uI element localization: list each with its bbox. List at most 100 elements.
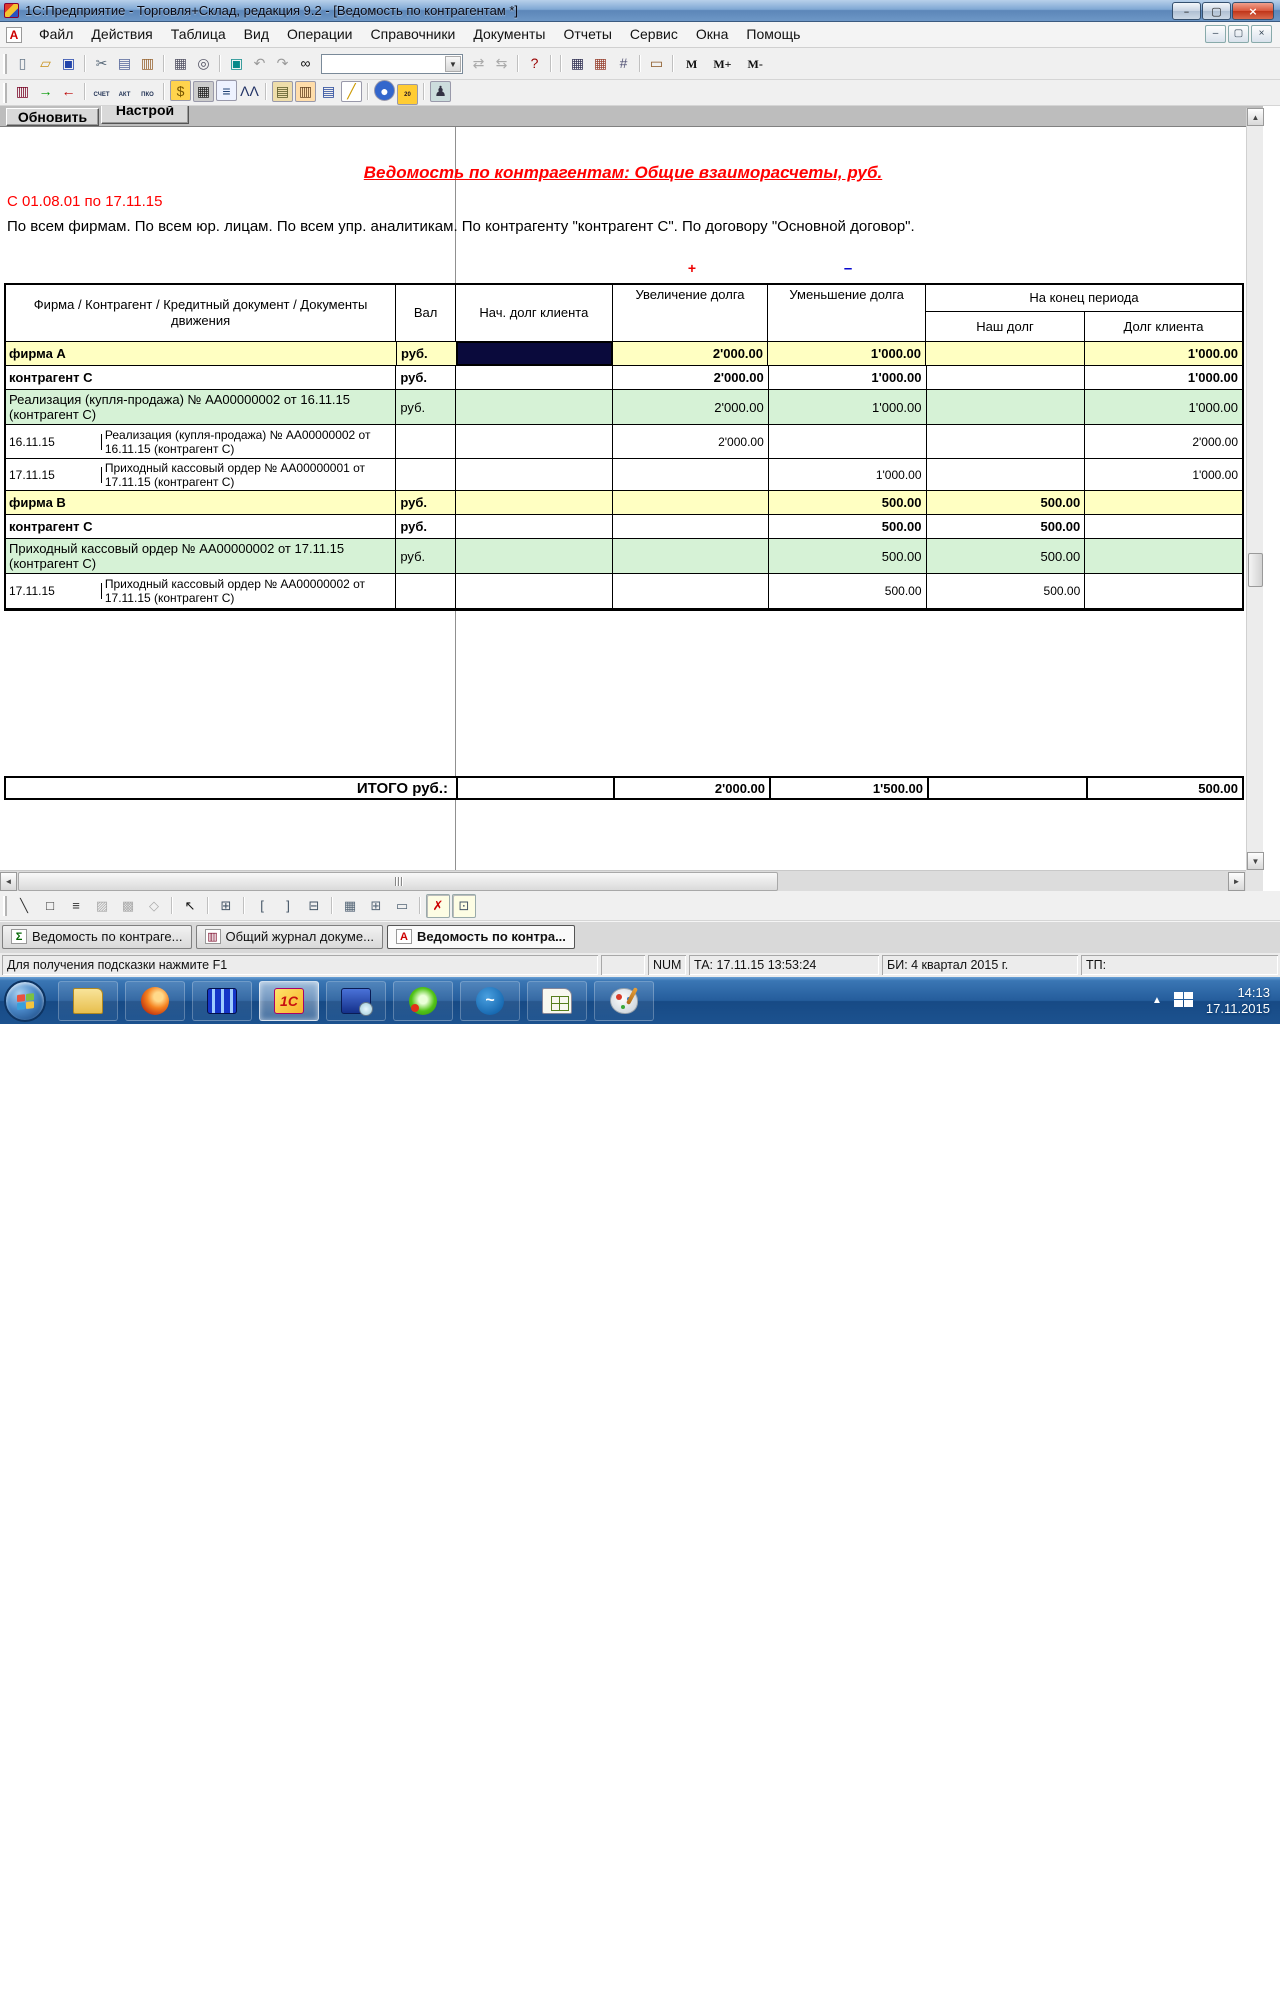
menu-item-помощь[interactable]: Помощь — [737, 23, 809, 45]
internet-icon[interactable]: ● — [374, 80, 395, 101]
cell-beg[interactable] — [456, 459, 613, 490]
cell-date[interactable]: 17.11.15 — [6, 467, 102, 483]
restore-button[interactable]: ▢ — [1202, 2, 1231, 20]
memory-plus-button-button[interactable]: M+ — [707, 55, 737, 73]
cell-dec[interactable]: 1'000.00 — [769, 459, 927, 490]
cell-dec[interactable]: 500.00 — [769, 539, 927, 573]
table-row-3[interactable]: Реализация (купля-продажа) № АА00000002 … — [6, 390, 1242, 425]
act-icon[interactable]: АКТ — [114, 84, 135, 105]
menu-item-операции[interactable]: Операции — [278, 23, 362, 45]
toolbar-grip[interactable] — [3, 896, 7, 916]
cell-client[interactable] — [1085, 515, 1242, 538]
cell-client[interactable] — [1085, 539, 1242, 573]
cell-inc[interactable]: 2'000.00 — [613, 366, 769, 389]
window-tab-1[interactable]: ΣВедомость по контраге... — [2, 925, 192, 949]
calculator-icon[interactable]: ▦ — [567, 53, 588, 74]
text-tool-icon[interactable]: ≡ — [64, 893, 88, 917]
taskbar-clock[interactable]: 14:13 17.11.2015 — [1206, 985, 1270, 1017]
bracket-open-icon[interactable]: [ — [250, 893, 274, 917]
menu-item-действия[interactable]: Действия — [82, 23, 161, 45]
cell-dec[interactable]: 1'000.00 — [769, 366, 927, 389]
insert-table-icon[interactable]: ⊞ — [214, 894, 238, 918]
mdi-minimize-icon[interactable]: – — [1205, 25, 1226, 43]
start-button[interactable] — [4, 980, 46, 1022]
cell-client[interactable]: 1'000.00 — [1085, 459, 1242, 490]
cut-icon[interactable]: ✂ — [91, 53, 112, 74]
report-document-icon[interactable]: ≡ — [216, 80, 237, 101]
sections-icon[interactable]: ⊟ — [302, 894, 326, 918]
taskbar-firefox-button[interactable] — [125, 981, 185, 1021]
picture-tool-icon[interactable]: ▨ — [90, 894, 114, 918]
formula-calc-icon[interactable]: # — [613, 53, 634, 74]
cell-our[interactable] — [927, 390, 1086, 424]
taskbar-1c-button[interactable]: 1С — [259, 981, 319, 1021]
total-decrease[interactable]: 1'500.00 — [771, 778, 929, 798]
cell-name[interactable]: Реализация (купля-продажа) № АА00000002 … — [6, 390, 396, 424]
cell-inc[interactable] — [613, 539, 769, 573]
vertical-scrollbar[interactable]: ▲ ▼ — [1246, 108, 1263, 870]
toolbar-grip[interactable] — [3, 83, 7, 103]
line-tool-icon[interactable]: ╲ — [12, 894, 36, 918]
table-row-5[interactable]: 17.11.15Приходный кассовый ордер № АА000… — [6, 459, 1242, 491]
menu-item-таблица[interactable]: Таблица — [162, 23, 235, 45]
cell-name[interactable]: фирма В — [6, 491, 396, 514]
redo-icon[interactable]: ↷ — [272, 53, 293, 74]
borders-icon[interactable]: ⊡ — [452, 894, 476, 918]
menu-item-файл[interactable]: Файл — [30, 23, 82, 45]
close-button[interactable]: × — [1232, 2, 1274, 20]
memory-minus-button-button[interactable]: M- — [742, 55, 769, 73]
cell-beg[interactable] — [456, 390, 613, 424]
vertical-scroll-thumb[interactable] — [1248, 553, 1263, 587]
cell-currency[interactable]: руб. — [396, 390, 456, 424]
cell-inc[interactable] — [613, 574, 769, 608]
selected-cell[interactable] — [456, 341, 613, 366]
open-folder-icon[interactable]: ▱ — [35, 53, 56, 74]
cell-name[interactable]: Приходный кассовый ордер № АА00000002 от… — [6, 539, 396, 573]
cell-currency[interactable]: руб. — [396, 366, 456, 389]
cash-register-icon[interactable]: ▦ — [193, 81, 214, 102]
cell-inc[interactable] — [613, 491, 769, 514]
scroll-right-icon[interactable]: ► — [1228, 872, 1245, 891]
find-next-icon[interactable]: ⇄ — [468, 53, 489, 74]
money-bag-icon[interactable]: $ — [170, 80, 191, 101]
table-row-4[interactable]: 16.11.15Реализация (купля-продажа) № АА0… — [6, 425, 1242, 459]
table-row-7[interactable]: контрагент Сруб. 500.00500.00 — [6, 515, 1242, 539]
find-previous-icon[interactable]: ⇆ — [491, 53, 512, 74]
pan-tool-icon[interactable]: ◇ — [142, 894, 166, 918]
combobox-dropdown-icon[interactable]: ▼ — [445, 56, 461, 72]
new-document-icon[interactable]: ▯ — [12, 53, 33, 74]
cell-dec[interactable]: 500.00 — [769, 574, 927, 608]
cell-client[interactable]: 2'000.00 — [1085, 425, 1242, 458]
total-increase[interactable]: 2'000.00 — [615, 778, 771, 798]
ruler-icon[interactable]: ▭ — [390, 894, 414, 918]
total-client-debt[interactable]: 500.00 — [1088, 778, 1242, 798]
cell-currency[interactable] — [396, 574, 456, 608]
cell-beg[interactable] — [456, 539, 613, 573]
mdi-close-icon[interactable]: × — [1251, 25, 1272, 43]
cell-inc[interactable]: 2'000.00 — [612, 342, 768, 365]
cell-client[interactable]: 1'000.00 — [1085, 366, 1242, 389]
tray-chevron-icon[interactable]: ▲ — [1152, 995, 1162, 1006]
exit-window-icon[interactable]: ▣ — [226, 53, 247, 74]
cell-dec[interactable] — [769, 425, 927, 458]
cell-dec[interactable]: 500.00 — [769, 515, 927, 538]
cell-our[interactable]: 500.00 — [927, 539, 1086, 573]
save-icon[interactable]: ▣ — [58, 53, 79, 74]
copy-icon[interactable]: ▤ — [114, 53, 135, 74]
settings-button[interactable]: Настрой — [101, 106, 189, 124]
menu-item-вид[interactable]: Вид — [235, 23, 278, 45]
bracket-close-icon[interactable]: ] — [276, 893, 300, 917]
total-label[interactable]: ИТОГО руб.: — [6, 778, 458, 798]
cell-name[interactable]: контрагент С — [6, 515, 396, 538]
taskbar-oocalc-button[interactable] — [527, 981, 587, 1021]
cell-beg[interactable] — [456, 515, 613, 538]
cell-currency[interactable]: руб. — [396, 515, 456, 538]
cell-currency[interactable]: руб. — [397, 342, 457, 365]
taskbar-explorer-button[interactable] — [58, 981, 118, 1021]
scroll-left-icon[interactable]: ◄ — [0, 872, 17, 891]
cell-our[interactable]: 500.00 — [927, 515, 1086, 538]
taskbar-catalog-button[interactable] — [192, 981, 252, 1021]
help-icon[interactable]: ? — [524, 53, 545, 74]
cell-client[interactable] — [1085, 491, 1242, 514]
cell-dec[interactable]: 1'000.00 — [769, 390, 927, 424]
